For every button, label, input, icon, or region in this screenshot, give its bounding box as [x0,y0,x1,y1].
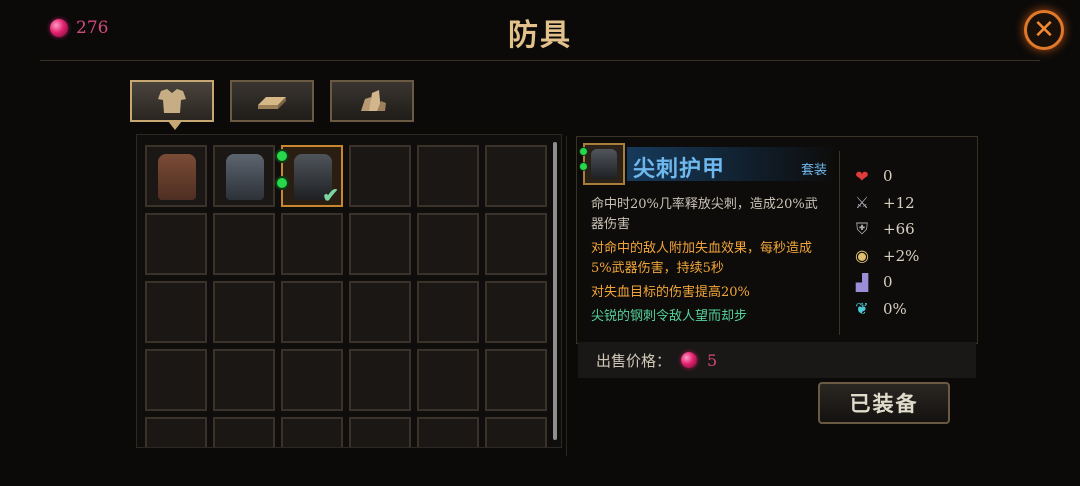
inventory-slot-selected[interactable]: ✔ [275,145,343,207]
stat-value: 0% [883,299,907,318]
leather-armor-icon [158,154,196,200]
body-armor-icon [158,89,186,113]
inventory-slot[interactable] [213,417,275,447]
stat-lifesteal: ❦ 0% [853,296,963,323]
equipped-check-icon: ✔ [322,183,339,207]
inventory-panel: ✔ [136,134,562,448]
close-icon: ✕ [1033,15,1055,45]
inventory-slot[interactable] [213,213,275,275]
ore-crystal-icon [361,90,386,111]
socket-icon [275,149,289,163]
inventory-slot[interactable] [417,281,479,343]
inventory-slot[interactable] [145,281,207,343]
stat-crit: ◉ +2% [853,243,963,270]
stat-value: +12 [883,193,915,212]
inventory-slot[interactable] [281,281,343,343]
spike-armor-icon [591,149,617,179]
effect-description: 命中时20%几率释放尖刺，造成20%武器伤害 [591,197,818,232]
stat-value: 0 [883,273,893,292]
gem-sockets [275,149,289,190]
inventory-slot[interactable] [145,145,207,207]
inventory-slot[interactable] [417,213,479,275]
close-button[interactable]: ✕ [1024,10,1064,50]
inventory-slot[interactable] [213,349,275,411]
item-detail-panel: 尖刺护甲 套装 命中时20%几率释放尖刺，造成20%武器伤害 对命中的敌人附加失… [576,136,978,344]
inventory-grid: ✔ [145,145,547,447]
shield-icon: ⛨ [855,219,868,239]
header-divider [40,60,1040,61]
heart-icon: ❤ [855,166,869,186]
inventory-slot[interactable] [417,145,479,207]
tab-ingots[interactable] [230,80,314,122]
lifesteal-icon: ❦ [855,299,869,319]
inventory-slot[interactable] [213,145,275,207]
inventory-slot[interactable] [145,213,207,275]
set-tag[interactable]: 套装 [801,159,827,178]
inventory-slot[interactable] [485,417,547,447]
inventory-slot[interactable] [349,145,411,207]
steel-armor-icon [226,154,264,200]
stats-list: ❤ 0 ⚔ +12 ⛨ +66 ◉ +2% ▟ 0 ❦ 0% [853,163,963,322]
inventory-slot[interactable] [281,417,343,447]
detail-item-frame [579,143,625,185]
inventory-slot[interactable] [485,145,547,207]
inventory-slot[interactable] [485,281,547,343]
stat-speed: ▟ 0 [853,269,963,296]
stat-attack: ⚔ +12 [853,190,963,217]
inventory-slot[interactable] [145,417,207,447]
set-effect-1: 对命中的敌人附加失血效果，每秒造成5%武器伤害，持续5秒 [591,241,813,276]
item-name: 尖刺护甲 [633,156,726,182]
inventory-scrollbar[interactable] [553,142,557,440]
stat-value: 0 [883,167,893,186]
stats-divider [839,151,840,335]
stat-value: +2% [883,246,920,265]
inventory-slot[interactable] [281,213,343,275]
set-effect-2: 对失血目标的伤害提高20% [591,285,750,300]
tab-ore[interactable] [330,80,414,122]
sword-icon: ⚔ [854,193,870,213]
sell-price-bar: 出售价格： 5 [578,342,976,378]
inventory-slot[interactable] [349,417,411,447]
inventory-slot[interactable] [417,349,479,411]
inventory-slot[interactable] [349,281,411,343]
gem-icon [681,352,698,368]
socket-icon [579,147,588,156]
stat-value: +66 [883,220,915,239]
flavor-text: 尖锐的钢刺令敌人望而却步 [591,309,748,324]
panel-divider [566,136,567,456]
top-bar: 276 防具 ✕ [0,0,1080,62]
equipped-button[interactable]: 已装备 [818,382,950,424]
inventory-slot[interactable] [349,213,411,275]
inventory-slot[interactable] [417,417,479,447]
boot-icon: ▟ [855,272,869,292]
inventory-slot[interactable] [213,281,275,343]
inventory-slot[interactable] [485,213,547,275]
sell-price-value: 5 [707,350,718,370]
inventory-slot[interactable] [349,349,411,411]
stat-defense: ⛨ +66 [853,216,963,243]
inventory-slot[interactable] [145,349,207,411]
page-title: 防具 [508,18,572,53]
ingot-icon [258,97,286,109]
category-tabs [130,80,414,130]
stat-health: ❤ 0 [853,163,963,190]
inventory-slot[interactable] [281,349,343,411]
item-description: 命中时20%几率释放尖刺，造成20%武器伤害 对命中的敌人附加失血效果，每秒造成… [591,195,827,331]
sell-price-label: 出售价格： [596,351,672,370]
active-tab-pointer [168,121,182,130]
socket-icon [275,176,289,190]
crit-target-icon: ◉ [855,246,869,266]
tab-body-armor[interactable] [130,80,214,130]
gem-sockets [579,147,588,171]
inventory-slot[interactable] [485,349,547,411]
socket-icon [579,162,588,171]
